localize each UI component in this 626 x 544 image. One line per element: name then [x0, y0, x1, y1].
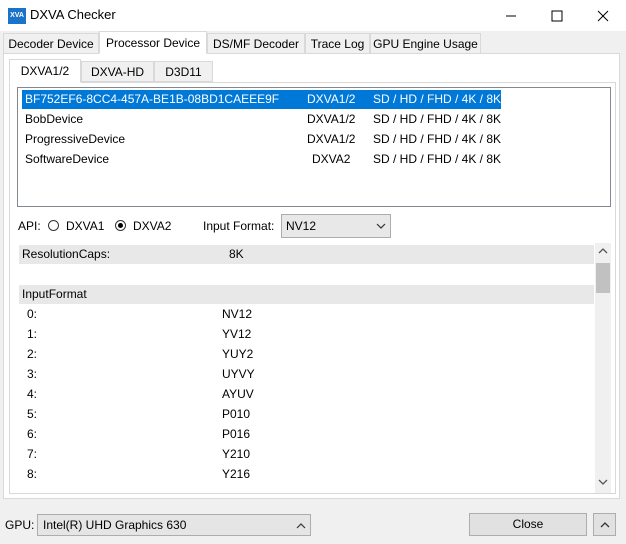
device-resolutions: SD / HD / FHD / 4K / 8K: [373, 112, 502, 126]
api-label: API:: [18, 219, 41, 233]
format-value: YUY2: [222, 347, 254, 361]
tab-d3d11[interactable]: D3D11: [154, 61, 213, 82]
close-icon: [597, 10, 609, 21]
resolution-caps-value: 8K: [229, 247, 244, 261]
device-resolutions: SD / HD / FHD / 4K / 8K: [373, 92, 502, 106]
device-resolutions: SD / HD / FHD / 4K / 8K: [373, 152, 502, 166]
tab-gpu-engine-usage[interactable]: GPU Engine Usage: [370, 33, 481, 54]
chevron-up-icon: [600, 522, 610, 528]
gpu-label: GPU:: [5, 518, 35, 532]
list-item[interactable]: BobDevice DXVA1/2 SD / HD / FHD / 4K / 8…: [22, 110, 501, 129]
device-name: BF752EF6-8CC4-457A-BE1B-08BD1CAEEE9F: [25, 92, 280, 106]
format-index: 6:: [27, 427, 38, 441]
device-api: DXVA1/2: [307, 132, 356, 146]
format-value: Y210: [222, 447, 251, 461]
dxva2-label[interactable]: DXVA2: [133, 219, 171, 233]
format-index: 3:: [27, 367, 38, 381]
dxva2-radio[interactable]: [115, 220, 126, 231]
format-index: 7:: [27, 447, 38, 461]
input-format-header: InputFormat: [19, 285, 594, 304]
dxva1-label[interactable]: DXVA1: [66, 219, 104, 233]
format-value: AYUV: [222, 387, 254, 401]
list-item[interactable]: BF752EF6-8CC4-457A-BE1B-08BD1CAEEE9F DXV…: [22, 90, 501, 109]
device-name: ProgressiveDevice: [25, 132, 126, 146]
list-item[interactable]: SoftwareDevice DXVA2 SD / HD / FHD / 4K …: [22, 150, 501, 169]
table-row: 7: Y210: [17, 444, 592, 464]
tab-dxva12[interactable]: DXVA1/2: [9, 59, 81, 83]
expand-button[interactable]: [593, 513, 616, 536]
format-value: P010: [222, 407, 251, 421]
format-index: 2:: [27, 347, 38, 361]
format-index: 4:: [27, 387, 38, 401]
tab-processor-device[interactable]: Processor Device: [99, 31, 207, 54]
table-row: 4: AYUV: [17, 384, 592, 404]
input-format-select[interactable]: NV12: [281, 214, 391, 238]
list-item[interactable]: ProgressiveDevice DXVA1/2 SD / HD / FHD …: [22, 130, 501, 149]
gpu-value: Intel(R) UHD Graphics 630: [43, 518, 187, 532]
device-resolutions: SD / HD / FHD / 4K / 8K: [373, 132, 502, 146]
tab-ds-mf-decoder[interactable]: DS/MF Decoder: [207, 33, 305, 54]
minimize-button[interactable]: [488, 0, 534, 31]
format-value: Y216: [222, 467, 251, 481]
maximize-icon: [551, 10, 563, 21]
table-row: 2: YUY2: [17, 344, 592, 364]
scroll-down-icon[interactable]: [598, 479, 608, 486]
close-button[interactable]: Close: [469, 513, 587, 536]
tab-decoder-device[interactable]: Decoder Device: [3, 33, 99, 54]
device-api: DXVA1/2: [307, 92, 356, 106]
device-name: BobDevice: [25, 112, 84, 126]
format-index: 1:: [27, 327, 38, 341]
format-value: YV12: [222, 327, 252, 341]
format-value: P016: [222, 427, 251, 441]
format-index: 0:: [27, 307, 38, 321]
device-api: DXVA1/2: [307, 112, 356, 126]
app-logo-icon: XVA: [8, 8, 26, 24]
device-name: SoftwareDevice: [25, 152, 110, 166]
caps-list[interactable]: ResolutionCaps: 8K InputFormat 0: NV12 1:…: [17, 243, 611, 493]
table-row: 5: P010: [17, 404, 592, 424]
resolution-caps-label: ResolutionCaps:: [22, 247, 111, 261]
scroll-up-icon[interactable]: [598, 247, 608, 254]
resolution-caps-row: ResolutionCaps: 8K: [19, 245, 594, 264]
table-row: 3: UYVY: [17, 364, 592, 384]
scroll-thumb[interactable]: [596, 263, 610, 293]
input-format-label: Input Format:: [203, 219, 275, 233]
minimize-icon: [506, 15, 516, 16]
window-title: DXVA Checker: [30, 7, 116, 22]
input-format-header-label: InputFormat: [22, 287, 87, 301]
table-row: 6: P016: [17, 424, 592, 444]
device-list[interactable]: BF752EF6-8CC4-457A-BE1B-08BD1CAEEE9F DXV…: [17, 87, 611, 207]
table-row: 8: Y216: [17, 464, 592, 484]
table-row: 1: YV12: [17, 324, 592, 344]
maximize-button[interactable]: [534, 0, 580, 31]
tab-trace-log[interactable]: Trace Log: [305, 33, 370, 54]
format-value: UYVY: [222, 367, 255, 381]
format-value: NV12: [222, 307, 253, 321]
table-row: 0: NV12: [17, 304, 592, 324]
chevron-up-icon: [296, 523, 306, 529]
tab-dxva-hd[interactable]: DXVA-HD: [81, 61, 154, 82]
input-format-value: NV12: [286, 219, 317, 233]
dxva1-radio[interactable]: [48, 220, 59, 231]
close-window-button[interactable]: [580, 0, 626, 31]
gpu-select[interactable]: Intel(R) UHD Graphics 630: [37, 514, 311, 536]
format-index: 8:: [27, 467, 38, 481]
device-api: DXVA2: [312, 152, 351, 166]
format-index: 5:: [27, 407, 38, 421]
chevron-down-icon: [376, 223, 386, 229]
